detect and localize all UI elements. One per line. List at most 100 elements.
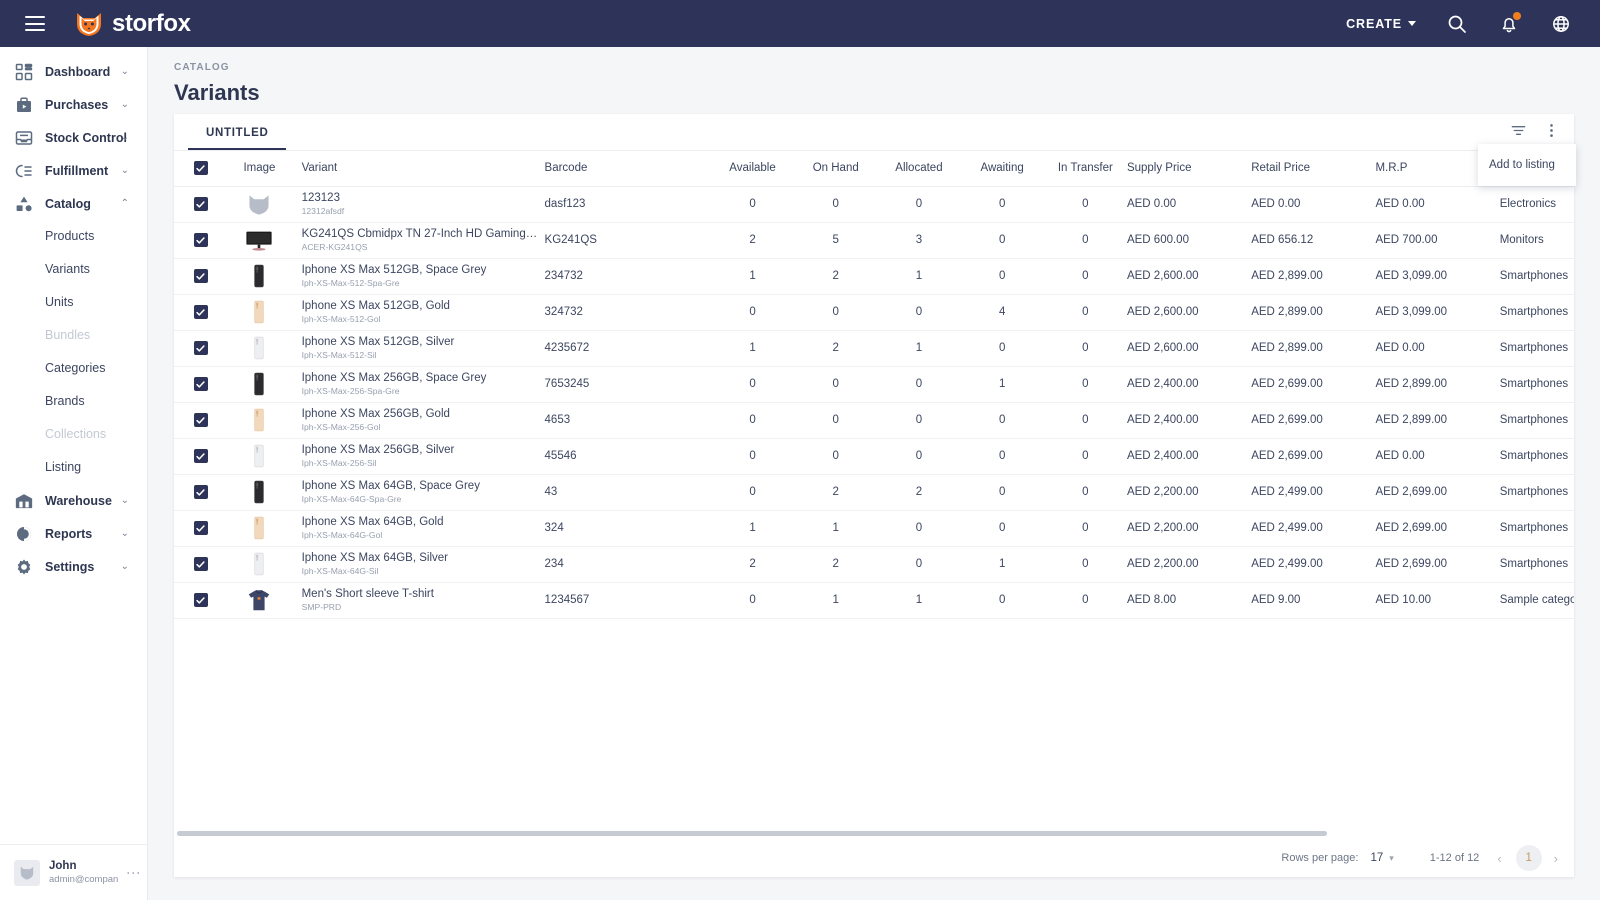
row-checkbox[interactable]: [193, 557, 208, 571]
sidebar-item-brands[interactable]: Brands: [0, 385, 147, 418]
row-checkbox[interactable]: [193, 449, 208, 463]
sidebar-item-purchases[interactable]: Purchases ⌄: [0, 88, 147, 121]
row-allocated-cell: 0: [877, 366, 961, 403]
sidebar-item-stock-control[interactable]: Stock Control ⌄: [0, 121, 147, 154]
sidebar-item-reports[interactable]: Reports ⌄: [0, 517, 147, 550]
row-available-cell: 1: [710, 510, 795, 547]
row-variant-cell[interactable]: KG241QS Cbmidpx TN 27-Inch HD Gaming… ACE…: [291, 222, 545, 259]
row-variant-cell[interactable]: Iphone XS Max 512GB, Silver Iph-XS-Max-51…: [291, 330, 545, 367]
shield-thumb: [244, 189, 274, 219]
table-row[interactable]: Iphone XS Max 512GB, Silver Iph-XS-Max-51…: [174, 330, 1574, 367]
tab-untitled[interactable]: UNTITLED: [188, 127, 287, 150]
sidebar-item-products[interactable]: Products: [0, 220, 147, 253]
row-available-cell: 1: [710, 330, 795, 367]
row-variant-cell[interactable]: 123123 12312afsdf: [291, 186, 545, 223]
user-more-options-icon[interactable]: ⋮: [126, 866, 142, 880]
column-header-in-transfer[interactable]: In Transfer: [1043, 151, 1127, 187]
sidebar-item-variants[interactable]: Variants: [0, 253, 147, 286]
row-variant-cell[interactable]: Men's Short sleeve T-shirt SMP-PRD: [291, 582, 545, 619]
brand-logo-group[interactable]: storfox: [75, 10, 191, 38]
page-number-button[interactable]: 1: [1515, 845, 1542, 871]
table-row[interactable]: Iphone XS Max 512GB, Gold Iph-XS-Max-512-…: [174, 294, 1574, 331]
sidebar-item-settings[interactable]: Settings ⌄: [0, 550, 147, 583]
sidebar-item-categories[interactable]: Categories: [0, 352, 147, 385]
table-row[interactable]: Iphone XS Max 64GB, Silver Iph-XS-Max-64G…: [174, 546, 1574, 583]
sidebar-item-units[interactable]: Units: [0, 286, 147, 319]
more-options-icon[interactable]: [1543, 122, 1560, 144]
row-select-cell: [174, 366, 228, 403]
row-awaiting-cell: 1: [960, 546, 1044, 583]
create-button[interactable]: CREATE: [1346, 17, 1416, 31]
phone-silver-thumb: [244, 441, 274, 471]
table-row[interactable]: 123123 12312afsdf dasf123 0 0 0 0 0 AED 0.00 AED …: [174, 186, 1574, 223]
filter-icon[interactable]: [1510, 122, 1527, 144]
top-bar-actions: CREATE: [1346, 11, 1572, 35]
row-checkbox[interactable]: [193, 197, 208, 211]
row-variant-cell[interactable]: Iphone XS Max 256GB, Silver Iph-XS-Max-25…: [291, 438, 545, 475]
user-profile-box[interactable]: John admin@compan ⋮: [0, 844, 148, 900]
table-row[interactable]: Iphone XS Max 256GB, Silver Iph-XS-Max-25…: [174, 438, 1574, 475]
search-icon[interactable]: [1446, 13, 1468, 35]
table-row[interactable]: Iphone XS Max 256GB, Space Grey Iph-XS-Ma…: [174, 366, 1574, 403]
row-variant-cell[interactable]: Iphone XS Max 256GB, Space Grey Iph-XS-Ma…: [291, 366, 545, 403]
row-checkbox[interactable]: [193, 233, 208, 247]
table-row[interactable]: Iphone XS Max 64GB, Gold Iph-XS-Max-64G-G…: [174, 510, 1574, 547]
row-variant-cell[interactable]: Iphone XS Max 256GB, Gold Iph-XS-Max-256-…: [291, 402, 545, 439]
table-row[interactable]: Iphone XS Max 256GB, Gold Iph-XS-Max-256-…: [174, 402, 1574, 439]
column-header-image[interactable]: Image: [227, 151, 292, 187]
table-row[interactable]: KG241QS Cbmidpx TN 27-Inch HD Gaming… ACE…: [174, 222, 1574, 259]
table-row[interactable]: Iphone XS Max 512GB, Space Grey Iph-XS-Ma…: [174, 258, 1574, 295]
row-checkbox[interactable]: [193, 485, 208, 499]
row-checkbox[interactable]: [193, 593, 208, 607]
table-row[interactable]: Iphone XS Max 64GB, Space Grey Iph-XS-Max…: [174, 474, 1574, 511]
row-barcode-cell: dasf123: [544, 186, 711, 223]
column-header-supply-price[interactable]: Supply Price: [1126, 151, 1252, 187]
sidebar-item-warehouse[interactable]: Warehouse ⌄: [0, 484, 147, 517]
phone-gold-thumb: [244, 297, 274, 327]
menu-item-add-to-listing[interactable]: Add to listing: [1478, 159, 1555, 171]
chevron-down-icon[interactable]: ▾: [1389, 853, 1394, 864]
previous-page-button[interactable]: ‹: [1497, 851, 1501, 866]
column-header-on-hand[interactable]: On Hand: [794, 151, 878, 187]
column-header-awaiting[interactable]: Awaiting: [960, 151, 1044, 187]
row-awaiting-cell: 0: [960, 438, 1044, 475]
row-checkbox[interactable]: [193, 413, 208, 427]
sidebar-item-catalog[interactable]: Catalog ⌃: [0, 187, 147, 220]
row-on-hand-cell: 1: [794, 510, 878, 547]
table-row[interactable]: Men's Short sleeve T-shirt SMP-PRD 1234567…: [174, 582, 1574, 619]
globe-icon[interactable]: [1550, 13, 1572, 35]
rows-per-page-value[interactable]: 17: [1370, 852, 1383, 864]
bell-icon[interactable]: [1498, 11, 1521, 35]
column-header-variant[interactable]: Variant: [291, 151, 545, 187]
row-checkbox[interactable]: [193, 305, 208, 319]
row-variant-cell[interactable]: Iphone XS Max 64GB, Silver Iph-XS-Max-64G…: [291, 546, 545, 583]
column-header-retail-price[interactable]: Retail Price: [1251, 151, 1376, 187]
variant-sku: Iph-XS-Max-512-Gol: [301, 314, 381, 324]
horizontal-scrollbar-thumb[interactable]: [177, 831, 1327, 836]
row-mrp-cell: AED 2,899.00: [1375, 402, 1500, 439]
row-variant-cell[interactable]: Iphone XS Max 64GB, Gold Iph-XS-Max-64G-G…: [291, 510, 545, 547]
chevron-up-icon: ⌃: [120, 197, 129, 209]
horizontal-scrollbar[interactable]: [174, 829, 1574, 839]
row-variant-cell[interactable]: Iphone XS Max 64GB, Space Grey Iph-XS-Max…: [291, 474, 545, 511]
hamburger-menu-icon[interactable]: [25, 16, 45, 31]
next-page-button[interactable]: ›: [1554, 851, 1558, 866]
select-all-checkbox[interactable]: [193, 161, 208, 176]
sidebar-item-listing[interactable]: Listing: [0, 451, 147, 484]
row-checkbox[interactable]: [193, 341, 208, 355]
row-checkbox[interactable]: [193, 377, 208, 391]
row-select-cell: [174, 546, 228, 583]
sidebar-item-dashboard[interactable]: Dashboard ⌄: [0, 55, 147, 88]
row-checkbox[interactable]: [193, 521, 208, 535]
row-checkbox[interactable]: [193, 269, 208, 283]
column-header-barcode[interactable]: Barcode: [544, 151, 711, 187]
sidebar-item-fulfillment[interactable]: Fulfillment ⌄: [0, 154, 147, 187]
column-header-available[interactable]: Available: [710, 151, 795, 187]
row-category-cell: Electronics: [1499, 186, 1574, 223]
variants-card: UNTITLED Add to listing Image Variant Ba…: [174, 114, 1576, 877]
row-variant-cell[interactable]: Iphone XS Max 512GB, Gold Iph-XS-Max-512-…: [291, 294, 545, 331]
row-variant-cell[interactable]: Iphone XS Max 512GB, Space Grey Iph-XS-Ma…: [291, 258, 545, 295]
row-image-cell: [227, 294, 292, 331]
variant-name: KG241QS Cbmidpx TN 27-Inch HD Gaming…: [301, 228, 538, 240]
column-header-allocated[interactable]: Allocated: [877, 151, 961, 187]
